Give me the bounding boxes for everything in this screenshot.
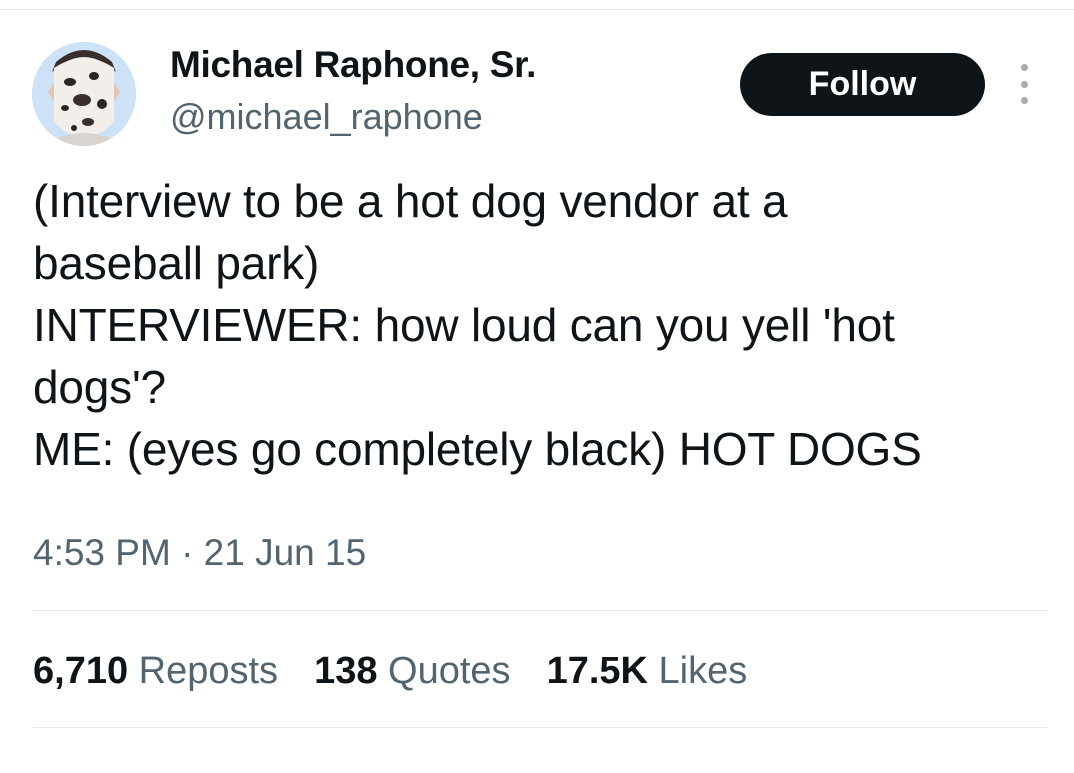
tweet-line: INTERVIEWER: how loud can you yell 'hot xyxy=(33,299,895,351)
reposts-count: 6,710 xyxy=(33,650,129,692)
avatar[interactable] xyxy=(32,42,136,146)
quotes-count: 138 xyxy=(314,650,378,692)
follow-button[interactable]: Follow xyxy=(740,53,985,116)
more-dot xyxy=(1020,64,1028,71)
more-dot xyxy=(1020,97,1028,104)
likes-count: 17.5K xyxy=(546,650,648,692)
top-divider xyxy=(0,9,1074,10)
tweet-line: baseball park) xyxy=(33,237,320,289)
quotes-label: Quotes xyxy=(388,650,511,692)
tweet-text: (Interview to be a hot dog vendor at a b… xyxy=(33,170,1043,480)
tweet-line: ME: (eyes go completely black) HOT DOGS xyxy=(33,423,922,475)
avatar-image xyxy=(32,42,136,146)
engagement-stats: 6,710 Reposts 138 Quotes 17.5K Likes xyxy=(33,650,747,693)
likes-stat[interactable]: 17.5K Likes xyxy=(547,650,748,693)
tweet-timestamp[interactable]: 4:53 PM · 21 Jun 15 xyxy=(33,532,366,574)
more-options-icon[interactable] xyxy=(1012,64,1036,104)
more-dot xyxy=(1020,80,1028,88)
divider xyxy=(33,727,1047,728)
author-name[interactable]: Michael Raphone, Sr. xyxy=(170,44,536,86)
reposts-label: Reposts xyxy=(138,650,279,692)
reposts-stat[interactable]: 6,710 Reposts xyxy=(33,650,278,693)
tweet-line: (Interview to be a hot dog vendor at a xyxy=(33,175,788,227)
quotes-stat[interactable]: 138 Quotes xyxy=(314,650,511,693)
likes-label: Likes xyxy=(658,650,748,692)
author-handle[interactable]: @michael_raphone xyxy=(170,96,483,138)
tweet-line: dogs'? xyxy=(33,361,166,413)
divider xyxy=(33,610,1047,611)
